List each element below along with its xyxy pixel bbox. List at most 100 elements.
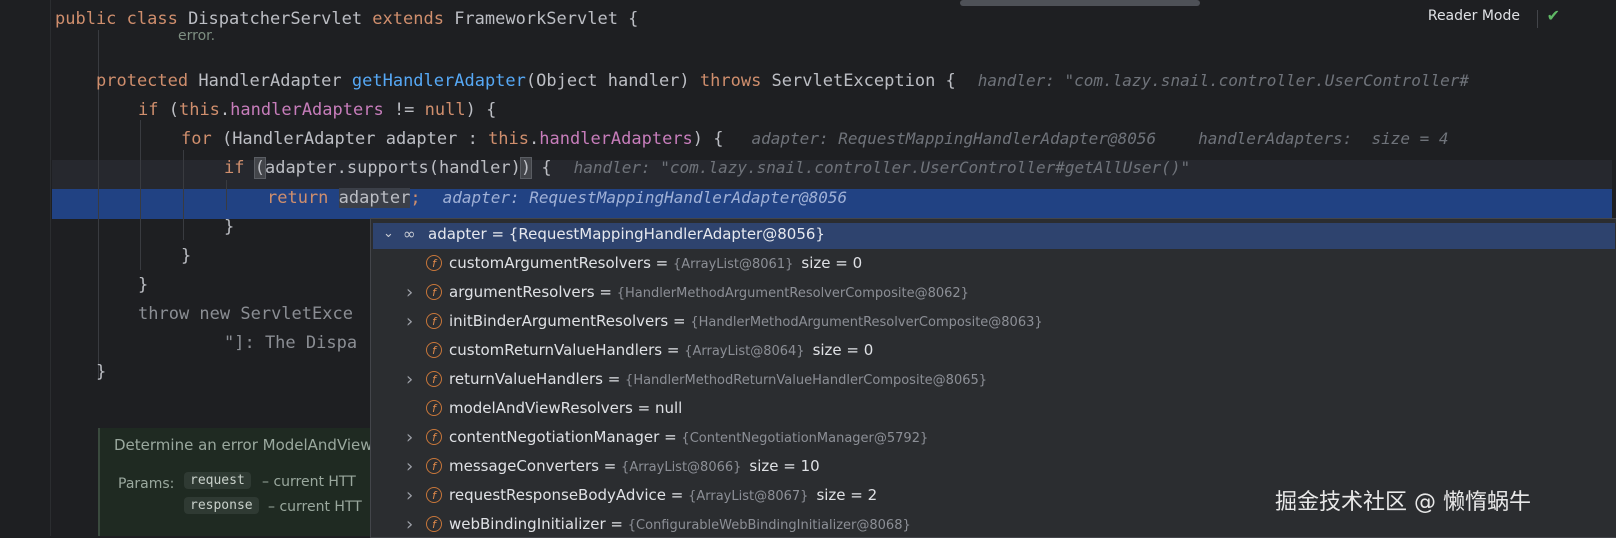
horizontal-scroll-thumb[interactable] [960, 0, 1200, 6]
method-params: (Object handler) [525, 71, 700, 91]
tree-field-row[interactable]: f customReturnValueHandlers = {ArrayList@… [371, 336, 1616, 365]
tree-field-row[interactable]: › f contentNegotiationManager = {ContentNe… [371, 423, 1616, 452]
chevron-right-icon[interactable]: › [406, 481, 422, 510]
field-name: contentNegotiationManager [449, 428, 660, 446]
chevron-right-icon[interactable]: › [406, 278, 422, 307]
field-entry: customReturnValueHandlers = {ArrayList@8… [449, 336, 873, 366]
code-line-inner-if[interactable]: if (adapter.supports(handler)) {handler:… [224, 153, 1190, 183]
chevron-right-icon[interactable]: › [406, 365, 422, 394]
chevron-right-icon[interactable]: › [406, 307, 422, 336]
keyword: return [267, 188, 339, 208]
code-line-brace[interactable]: } [181, 241, 191, 271]
field-size: size = 0 [812, 341, 874, 359]
param-name: request [184, 472, 251, 489]
field-entry: modelAndViewResolvers = null [449, 394, 682, 423]
code-line-throw[interactable]: throw new ServletExce [138, 299, 353, 329]
code-line-for[interactable]: for (HandlerAdapter adapter : this.handl… [181, 124, 1449, 154]
chevron-right-icon[interactable]: › [406, 452, 422, 481]
field-value: null [654, 399, 683, 417]
param-name: response [184, 497, 259, 514]
equals: = [650, 254, 673, 272]
field-icon: f [426, 458, 442, 474]
gutter-divider [50, 0, 51, 536]
loop-decl: (HandlerAdapter adapter : [221, 129, 489, 149]
field-name: customReturnValueHandlers [449, 341, 663, 359]
code-line-brace[interactable]: } [138, 270, 148, 300]
brace-match: ) [519, 157, 533, 179]
code-line-method-decl[interactable]: protected HandlerAdapter getHandlerAdapt… [96, 66, 1469, 96]
keyword: null [424, 100, 466, 120]
keyword: public class [55, 9, 189, 29]
code-line-class-decl[interactable]: public class DispatcherServlet extends F… [55, 4, 638, 34]
equals: = [659, 428, 682, 446]
code-line-brace[interactable]: } [96, 357, 106, 387]
field-name: argumentResolvers [449, 283, 595, 301]
field-ref: handlerAdapters [539, 129, 693, 149]
keyword: protected [96, 71, 199, 91]
field-value: {ArrayList@8066} [621, 460, 742, 475]
code-line-if[interactable]: if (this.handlerAdapters != null) { [138, 95, 496, 125]
inline-debug-value: adapter: RequestMappingHandlerAdapter@80… [442, 188, 848, 207]
field-entry: messageConverters = {ArrayList@8066} size… [449, 452, 820, 482]
inline-debug-value: handlerAdapters: size = 4 [1198, 129, 1449, 148]
variable-ref: adapter [338, 188, 411, 208]
tree-field-row[interactable]: › f messageConverters = {ArrayList@8066} si… [371, 452, 1616, 481]
code-line-string[interactable]: "]: The Dispa [224, 328, 357, 358]
field-value: {ContentNegotiationManager@5792} [681, 431, 929, 446]
param-desc: – current HTT [262, 474, 356, 490]
doc-title: Determine an error ModelAndView [114, 436, 373, 454]
check-icon[interactable]: ✔ [1547, 6, 1560, 25]
punct: . [529, 129, 540, 149]
field-entry: customArgumentResolvers = {ArrayList@806… [449, 249, 862, 279]
field-icon: f [426, 400, 442, 416]
field-icon: f [426, 284, 442, 300]
chevron-right-icon[interactable]: › [406, 423, 422, 452]
keyword: if [224, 158, 255, 178]
inline-debug-value: handler: "com.lazy.snail.controller.User… [573, 158, 1191, 177]
field-value: {ArrayList@8061} [673, 257, 794, 272]
keyword: for [181, 129, 222, 149]
tree-field-row[interactable]: › f initBinderArgumentResolvers = {Handler… [371, 307, 1616, 336]
keyword: throw new [138, 304, 241, 324]
doc-params-label: Params: [118, 476, 175, 492]
param-desc: – current HTT [268, 499, 362, 515]
field-icon: f [426, 313, 442, 329]
tree-root-row[interactable]: ⌄ ∞ adapter = {RequestMappingHandlerAdap… [373, 223, 1615, 249]
chevron-right-icon[interactable]: › [406, 510, 422, 537]
keyword: throws [699, 71, 772, 91]
equals: = [598, 457, 622, 475]
indent-guide [183, 150, 184, 240]
tree-field-row[interactable]: › f returnValueHandlers = {HandlerMethodRe… [371, 365, 1616, 394]
tree-field-row[interactable]: f customArgumentResolvers = {ArrayList@80… [371, 249, 1616, 278]
field-name: initBinderArgumentResolvers [449, 312, 669, 330]
tree-field-row[interactable]: f modelAndViewResolvers = null [371, 394, 1616, 423]
field-icon: f [426, 371, 442, 387]
field-name: requestResponseBodyAdvice [449, 486, 666, 504]
tree-field-row[interactable]: › f argumentResolvers = {HandlerMethodArgu… [371, 278, 1616, 307]
equals: = [632, 399, 655, 417]
superclass-name: FrameworkServlet { [454, 9, 639, 29]
method-call: adapter.supports(handler) [264, 158, 521, 178]
field-value: {ArrayList@8067} [688, 489, 809, 504]
return-type: HandlerAdapter [198, 71, 352, 91]
code-line-return[interactable]: return adapter; adapter: RequestMappingHa… [267, 183, 847, 213]
field-value: {ArrayList@8064} [684, 344, 805, 359]
inline-debug-value: adapter: RequestMappingHandlerAdapter@80… [751, 129, 1157, 148]
field-name: returnValueHandlers [449, 370, 603, 388]
field-name: messageConverters [449, 457, 599, 475]
code-line-brace[interactable]: } [224, 212, 234, 242]
string-literal: "]: The Dispa [224, 333, 358, 353]
reader-mode-button[interactable]: Reader Mode [1428, 8, 1520, 24]
field-entry: requestResponseBodyAdvice = {ArrayList@8… [449, 481, 877, 511]
exception-type: ServletExce [240, 304, 353, 324]
keyword: this [488, 129, 530, 149]
chevron-down-icon[interactable]: ⌄ [383, 226, 394, 241]
field-size: size = 0 [801, 254, 863, 272]
punct: ) { [692, 129, 724, 149]
field-entry: contentNegotiationManager = {ContentNego… [449, 423, 928, 453]
field-icon: f [426, 516, 442, 532]
class-name: DispatcherServlet [188, 9, 373, 29]
keyword: this [178, 100, 220, 120]
punct: ; [410, 188, 421, 208]
equals: = [605, 515, 628, 533]
